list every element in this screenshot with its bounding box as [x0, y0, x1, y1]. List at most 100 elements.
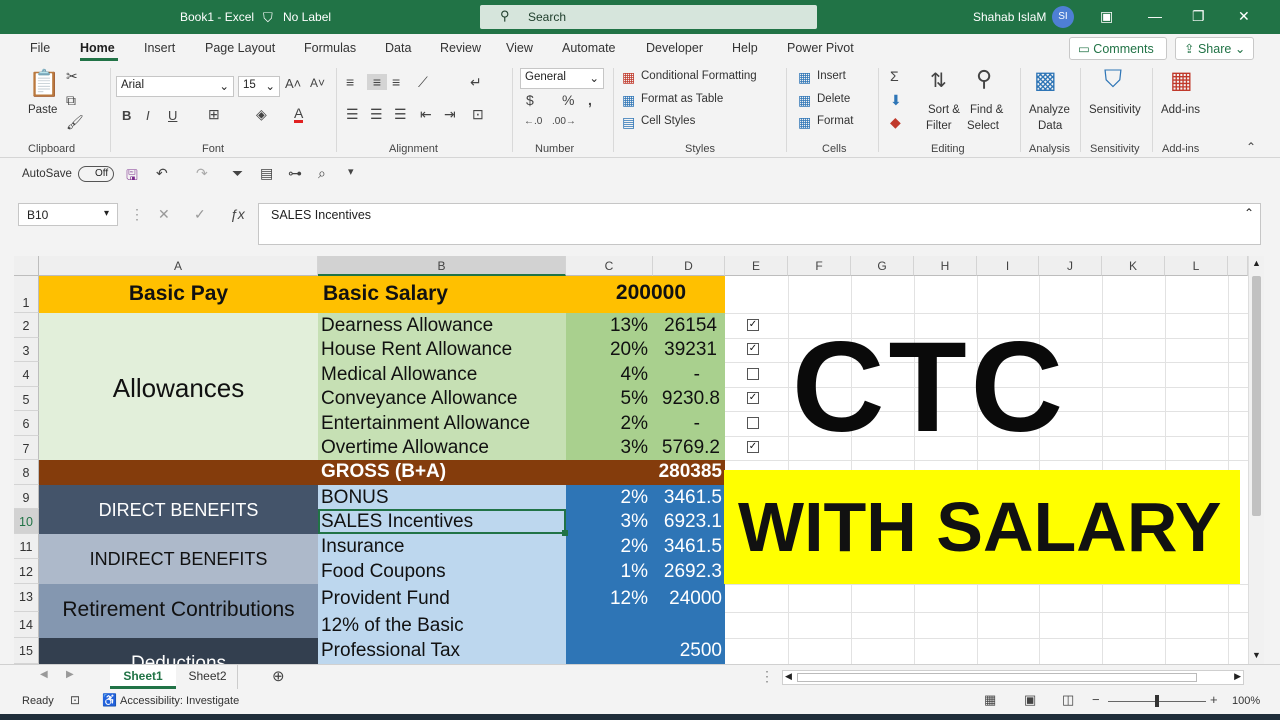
row-header-6[interactable]: 6 [14, 411, 39, 436]
align-center-icon[interactable]: ☰ [370, 106, 383, 123]
cell-c4[interactable]: 4% [566, 363, 648, 387]
row-header-8[interactable]: 8 [14, 460, 39, 485]
cell-a13[interactable]: Retirement Contributions [39, 598, 318, 622]
customize-qat-icon[interactable]: ▾ [348, 165, 354, 178]
cell-c6[interactable]: 2% [566, 412, 648, 436]
zoom-in-icon[interactable]: + [1210, 692, 1218, 707]
analyze-data-icon[interactable]: ▩ [1034, 66, 1057, 95]
zoom-level[interactable]: 100% [1232, 695, 1260, 707]
conditional-formatting-icon[interactable]: ▦ [622, 69, 635, 86]
expand-formula-icon[interactable]: ⌃ [1244, 206, 1254, 220]
comments-button[interactable]: ▭ Comments [1069, 37, 1167, 60]
underline-button[interactable]: U [168, 108, 177, 123]
col-header-l[interactable]: L [1165, 256, 1228, 276]
accessibility-icon[interactable]: ♿ [102, 693, 117, 707]
sort-filter-label-1[interactable]: Sort & [928, 104, 960, 116]
restore-icon[interactable]: ❐ [1192, 8, 1205, 25]
conditional-formatting-button[interactable]: Conditional Formatting [641, 70, 757, 82]
percent-icon[interactable]: % [562, 92, 574, 108]
checkbox-row-2[interactable]: ✓ [747, 319, 759, 331]
cell-d6[interactable]: - [653, 412, 700, 436]
increase-decimal-icon[interactable]: ←.0 [524, 116, 542, 127]
normal-view-icon[interactable]: ▦ [984, 692, 996, 708]
cell-d9[interactable]: 3461.5 [653, 486, 722, 510]
cancel-icon[interactable]: ✕ [158, 206, 170, 223]
delete-cells-icon[interactable]: ▦ [798, 92, 811, 109]
cell-d7[interactable]: 5769.2 [653, 436, 720, 460]
cell-c5[interactable]: 5% [566, 387, 648, 411]
format-table-icon[interactable]: ▦ [622, 92, 635, 109]
font-color-icon[interactable]: A [294, 106, 304, 123]
cell-a15[interactable]: Deductions [39, 652, 318, 664]
checkbox-row-7[interactable]: ✓ [747, 441, 759, 453]
more-options-icon[interactable]: ⋮ [760, 668, 774, 685]
cell-d13[interactable]: 24000 [653, 587, 722, 611]
col-header-b[interactable]: B [318, 256, 566, 276]
worksheet-grid[interactable]: A B C D E F G H I J K L 1 2 3 4 5 6 7 8 … [14, 256, 1248, 664]
cell-a11[interactable]: INDIRECT BENEFITS [39, 547, 318, 571]
add-ins-icon[interactable]: ▦ [1170, 66, 1193, 95]
align-bottom-icon[interactable]: ≡ [392, 74, 400, 90]
col-header-k[interactable]: K [1102, 256, 1165, 276]
sort-filter-label-2[interactable]: Filter [926, 120, 952, 132]
decrease-indent-icon[interactable]: ⇤ [420, 106, 432, 123]
cell-c9[interactable]: 2% [566, 486, 648, 510]
analyze-data-label-2[interactable]: Data [1038, 120, 1062, 132]
row-header-7[interactable]: 7 [14, 436, 39, 460]
cell-b12[interactable]: Food Coupons [321, 560, 446, 584]
cell-c3[interactable]: 20% [566, 338, 648, 362]
cell-a9[interactable]: DIRECT BENEFITS [39, 498, 318, 522]
cell-c1[interactable]: 200000 [566, 281, 686, 305]
fill-icon[interactable]: ⬇ [890, 92, 902, 109]
format-painter-icon[interactable]: 🖌 [66, 114, 84, 131]
ribbon-display-icon[interactable]: ▣ [1100, 8, 1113, 25]
analyze-data-label-1[interactable]: Analyze [1029, 104, 1070, 116]
col-header-c[interactable]: C [566, 256, 653, 276]
scroll-left-icon[interactable]: ◀ [785, 671, 792, 682]
share-button[interactable]: ⇪ Share ⌄ [1175, 37, 1254, 60]
add-ins-button-label[interactable]: Add-ins [1161, 104, 1200, 116]
cell-b10[interactable]: SALES Incentives [321, 510, 473, 534]
align-left-icon[interactable]: ☰ [346, 106, 359, 123]
insert-cells-button[interactable]: Insert [817, 70, 846, 82]
col-header-e[interactable]: E [725, 256, 788, 276]
search-box[interactable]: ⚲ Search [480, 5, 817, 29]
find-select-label-2[interactable]: Select [967, 120, 999, 132]
paste-icon[interactable]: 📋 [28, 68, 60, 100]
scroll-up-icon[interactable]: ▲ [1252, 258, 1261, 268]
select-all-corner[interactable] [14, 256, 39, 276]
cell-styles-icon[interactable]: ▤ [622, 114, 635, 131]
cell-d11[interactable]: 3461.5 [653, 535, 722, 559]
tab-automate[interactable]: Automate [562, 41, 616, 55]
find-select-label-1[interactable]: Find & [970, 104, 1003, 116]
tab-developer[interactable]: Developer [646, 41, 703, 55]
cell-b9[interactable]: BONUS [321, 486, 389, 510]
autosum-icon[interactable]: Σ [890, 68, 899, 84]
vertical-scrollbar[interactable]: ▲ ▼ [1248, 256, 1264, 664]
find-select-icon[interactable]: ⚲ [976, 66, 992, 92]
tab-help[interactable]: Help [732, 41, 758, 55]
align-top-icon[interactable]: ≡ [346, 74, 354, 90]
cell-b6[interactable]: Entertainment Allowance [321, 412, 530, 436]
checkbox-row-6[interactable] [747, 417, 759, 429]
col-header-d[interactable]: D [653, 256, 725, 276]
align-right-icon[interactable]: ☰ [394, 106, 407, 123]
cell-c11[interactable]: 2% [566, 535, 648, 559]
row-header-13[interactable]: 13 [14, 584, 39, 612]
cell-b4[interactable]: Medical Allowance [321, 363, 477, 387]
tab-power-pivot[interactable]: Power Pivot [787, 41, 854, 55]
redo-icon[interactable]: ↷ [196, 165, 208, 182]
merge-center-icon[interactable]: ⊡ [472, 106, 484, 123]
format-as-table-button[interactable]: Format as Table [641, 93, 723, 105]
cell-a1[interactable]: Basic Pay [39, 282, 318, 306]
scroll-right-icon[interactable]: ▶ [1234, 671, 1241, 682]
more-options-icon[interactable]: ⋮ [130, 206, 144, 223]
clear-icon[interactable]: ◆ [890, 114, 901, 131]
sheet-tab-sheet1[interactable]: Sheet1 [110, 665, 176, 689]
save-icon[interactable]: 🖫 [126, 165, 138, 189]
increase-font-icon[interactable]: A˄ [285, 76, 301, 91]
sensitivity-icon[interactable]: ⛉ [1104, 66, 1122, 94]
decrease-font-icon[interactable]: A˅ [310, 76, 325, 90]
font-name-select[interactable]: Arial ⌄ [116, 76, 234, 97]
format-cells-icon[interactable]: ▦ [798, 114, 811, 131]
